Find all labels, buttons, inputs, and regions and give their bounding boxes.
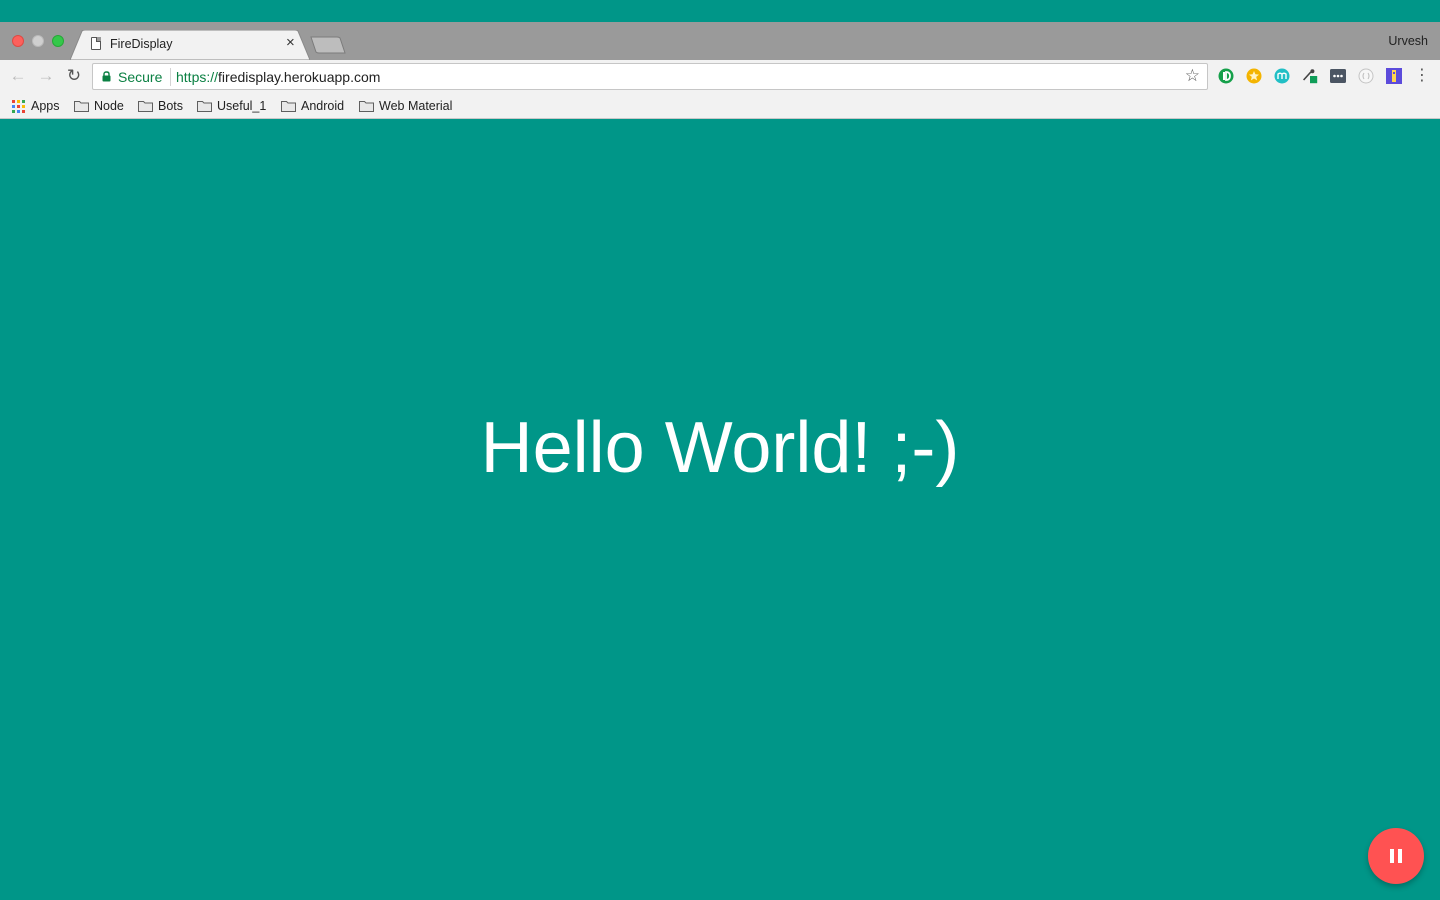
pause-icon: [1390, 849, 1402, 863]
grammarly-extension-icon[interactable]: [1218, 68, 1234, 84]
back-arrow-icon[interactable]: ←: [8, 66, 28, 86]
bookmark-folder-web-material[interactable]: Web Material: [359, 97, 452, 115]
bookmark-label: Useful_1: [217, 99, 267, 113]
address-bar[interactable]: Secure https://firedisplay.herokuapp.com…: [92, 63, 1208, 90]
apps-grid-icon: [12, 99, 25, 113]
omnibox-divider: [170, 68, 171, 86]
pause-button[interactable]: [1368, 828, 1424, 884]
bookmark-label: Web Material: [379, 99, 453, 113]
maximize-window-button[interactable]: [52, 35, 64, 47]
lock-icon: [102, 71, 111, 82]
bookmark-label: Bots: [158, 99, 184, 113]
dots-extension-icon[interactable]: [1330, 68, 1346, 84]
bookmark-folder-node[interactable]: Node: [74, 97, 124, 115]
close-tab-icon[interactable]: ×: [286, 35, 295, 51]
folder-icon: [359, 101, 374, 112]
browser-chrome: FireDisplay × Urvesh ← → ↻ Secure https:…: [0, 22, 1440, 119]
tab-bar: FireDisplay × Urvesh: [0, 22, 1440, 60]
bookmark-label: Node: [94, 99, 124, 113]
close-window-button[interactable]: [12, 35, 24, 47]
toolbar: ← → ↻ Secure https://firedisplay.herokua…: [0, 60, 1440, 92]
flag-extension-icon[interactable]: [1386, 68, 1402, 84]
minimize-window-button[interactable]: [32, 35, 44, 47]
folder-icon: [197, 101, 212, 112]
page-icon: [91, 37, 101, 50]
reload-icon[interactable]: ↻: [64, 66, 84, 86]
bookmark-folder-useful[interactable]: Useful_1: [197, 97, 266, 115]
bookmark-folder-bots[interactable]: Bots: [138, 97, 183, 115]
tab-firedisplay[interactable]: FireDisplay ×: [70, 30, 310, 60]
folder-icon: [74, 101, 89, 112]
folder-icon: [138, 101, 153, 112]
tab-shape: [70, 30, 310, 60]
secure-label: Secure: [118, 69, 163, 85]
url-text: https://firedisplay.herokuapp.com: [176, 69, 380, 85]
url-scheme: https://: [176, 69, 219, 85]
bookmark-folder-android[interactable]: Android: [281, 97, 344, 115]
url-host: firedisplay.herokuapp.com: [218, 69, 381, 85]
bookmarks-bar: Apps Node Bots Useful_1 Android Web Mate…: [0, 92, 1440, 119]
new-tab-button[interactable]: [310, 36, 346, 54]
circle-extension-icon[interactable]: [1358, 68, 1374, 84]
browser-menu-icon[interactable]: ⋮: [1412, 66, 1432, 86]
desktop-top-strip: [0, 0, 1440, 22]
folder-icon: [281, 101, 296, 112]
hello-message: Hello World! ;-): [480, 408, 960, 488]
tab-title: FireDisplay: [110, 37, 173, 51]
bookmark-label: Android: [301, 99, 345, 113]
eyedropper-extension-icon[interactable]: [1302, 68, 1318, 84]
forward-arrow-icon[interactable]: →: [36, 66, 56, 86]
page-content: Hello World! ;-): [0, 119, 1440, 900]
bookmark-label: Apps: [31, 99, 60, 113]
m-extension-icon[interactable]: [1274, 68, 1290, 84]
bookmark-apps[interactable]: Apps: [12, 97, 60, 115]
profile-name[interactable]: Urvesh: [1388, 34, 1428, 48]
bookmark-star-icon[interactable]: ☆: [1185, 66, 1200, 86]
star-badge-extension-icon[interactable]: [1246, 68, 1262, 84]
